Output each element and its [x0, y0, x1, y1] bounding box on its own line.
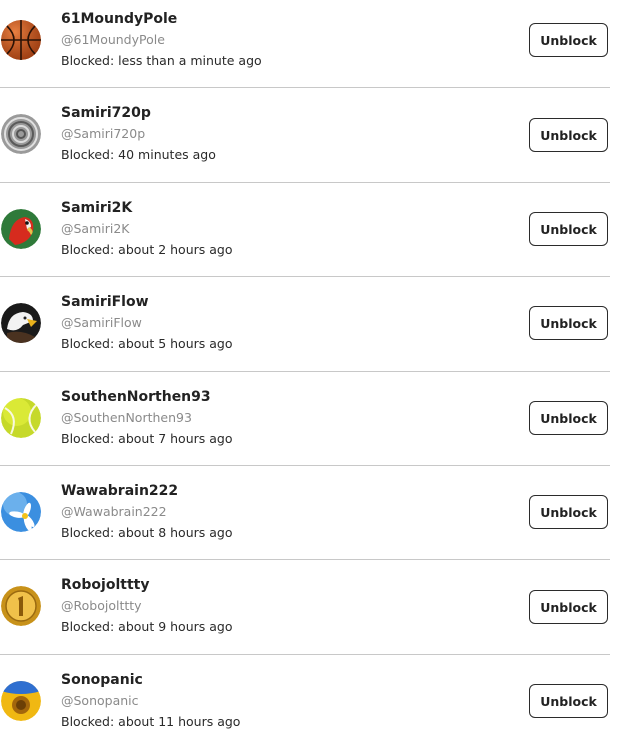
unblock-button[interactable]: Unblock	[529, 401, 608, 435]
user-name: Samiri2K	[61, 200, 133, 216]
blocked-time: Blocked: about 7 hours ago	[61, 431, 233, 446]
user-name: Sonopanic	[61, 672, 143, 688]
list-item: Samiri720p @Samiri720p Blocked: 40 minut…	[0, 94, 610, 188]
gold-coin-icon	[1, 586, 41, 626]
divider	[0, 465, 610, 466]
user-name: SamiriFlow	[61, 294, 149, 310]
blocked-time: Blocked: about 9 hours ago	[61, 619, 233, 634]
user-name: SouthenNorthen93	[61, 389, 211, 405]
blocked-time: Blocked: about 2 hours ago	[61, 242, 233, 257]
unblock-button[interactable]: Unblock	[529, 212, 608, 246]
list-item: Samiri2K @Samiri2K Blocked: about 2 hour…	[0, 189, 610, 283]
unblock-button[interactable]: Unblock	[529, 590, 608, 624]
blocked-time: Blocked: less than a minute ago	[61, 53, 262, 68]
parrot-icon	[1, 209, 41, 249]
user-handle: @Robojolttty	[61, 598, 142, 613]
eagle-icon	[1, 303, 41, 343]
user-handle: @Samiri2K	[61, 221, 130, 236]
divider	[0, 559, 610, 560]
user-handle: @Sonopanic	[61, 693, 139, 708]
blocked-time: Blocked: 40 minutes ago	[61, 147, 216, 162]
divider	[0, 371, 610, 372]
user-handle: @61MoundyPole	[61, 32, 165, 47]
user-name: Robojolttty	[61, 577, 150, 593]
user-name: 61MoundyPole	[61, 11, 178, 27]
unblock-button[interactable]: Unblock	[529, 684, 608, 718]
list-item: SamiriFlow @SamiriFlow Blocked: about 5 …	[0, 283, 610, 377]
user-handle: @Samiri720p	[61, 126, 146, 141]
unblock-button[interactable]: Unblock	[529, 495, 608, 529]
blocked-time: Blocked: about 11 hours ago	[61, 714, 241, 729]
user-name: Samiri720p	[61, 105, 151, 121]
list-item: Wawabrain222 @Wawabrain222 Blocked: abou…	[0, 472, 610, 566]
user-handle: @SamiriFlow	[61, 315, 142, 330]
daisy-sky-icon	[1, 492, 41, 532]
unblock-button[interactable]: Unblock	[529, 306, 608, 340]
divider	[0, 654, 610, 655]
list-item: 61MoundyPole @61MoundyPole Blocked: less…	[0, 0, 610, 94]
sunflower-icon	[1, 681, 41, 721]
unblock-button[interactable]: Unblock	[529, 118, 608, 152]
tennis-ball-icon	[1, 398, 41, 438]
spiral-rope-icon	[1, 114, 41, 154]
user-handle: @Wawabrain222	[61, 504, 167, 519]
divider	[0, 87, 610, 88]
blocked-time: Blocked: about 5 hours ago	[61, 336, 233, 351]
user-handle: @SouthenNorthen93	[61, 410, 192, 425]
list-item: Sonopanic @Sonopanic Blocked: about 11 h…	[0, 661, 610, 755]
divider	[0, 276, 610, 277]
divider	[0, 182, 610, 183]
list-item: SouthenNorthen93 @SouthenNorthen93 Block…	[0, 378, 610, 472]
unblock-button[interactable]: Unblock	[529, 23, 608, 57]
blocked-time: Blocked: about 8 hours ago	[61, 525, 233, 540]
basketball-icon	[1, 20, 41, 60]
user-name: Wawabrain222	[61, 483, 179, 499]
list-item: Robojolttty @Robojolttty Blocked: about …	[0, 566, 610, 660]
